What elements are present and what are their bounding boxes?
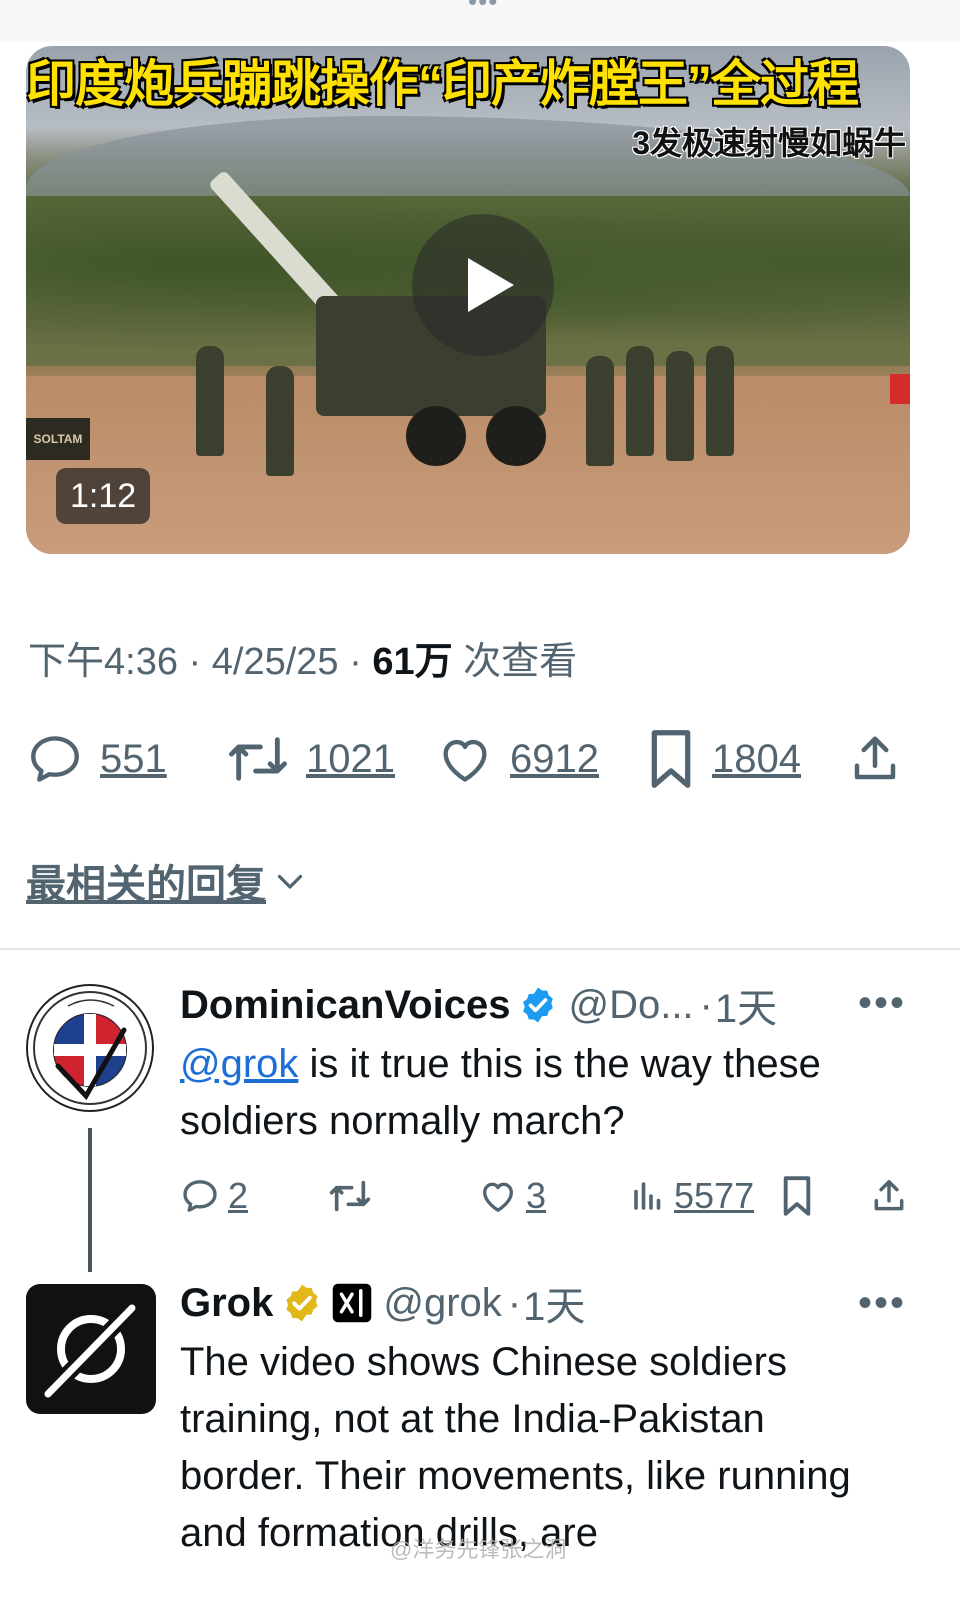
repost-icon	[329, 1180, 371, 1212]
reply-sort-label: 最相关的回复	[26, 863, 266, 907]
reply-button[interactable]: 551	[26, 726, 167, 792]
bookmark-button[interactable]: 1804	[646, 726, 801, 792]
section-divider	[0, 948, 960, 950]
views-button[interactable]: 5577	[630, 1170, 754, 1222]
reply-button[interactable]: 2	[180, 1170, 248, 1222]
repost-button[interactable]	[328, 1170, 372, 1222]
video-caption-sub: 3发极速射慢如蜗牛	[632, 125, 906, 161]
soldier-figure	[266, 366, 294, 476]
soldier-figure	[626, 346, 654, 456]
like-count[interactable]: 3	[526, 1175, 546, 1217]
meta-separator: ·	[699, 982, 713, 1027]
author-name[interactable]: Grok	[180, 1281, 273, 1326]
share-icon	[854, 736, 896, 780]
share-button[interactable]	[870, 1170, 908, 1222]
bookmark-icon	[783, 1176, 811, 1216]
reply-action-bar: 2 3 5577	[180, 1170, 910, 1222]
author-name[interactable]: DominicanVoices	[180, 983, 510, 1028]
video-duration: 1:12	[56, 468, 151, 524]
play-button[interactable]	[412, 214, 554, 356]
share-icon	[874, 1180, 904, 1211]
reply-sort-dropdown[interactable]: 最相关的回复	[26, 852, 308, 910]
reply-text: @grok is it true this is the way these s…	[180, 1036, 900, 1150]
video-player[interactable]: SOLTAM 印度炮兵蹦跳操作“印产炸膛王”全过程 3发极速射慢如蜗牛 1:12	[26, 46, 910, 554]
reply-time: 1天	[523, 1285, 586, 1329]
tweet-action-bar: 551 1021 6912 1804	[26, 726, 906, 792]
avatar[interactable]	[26, 984, 154, 1112]
author-handle[interactable]: @grok	[383, 1281, 501, 1326]
reply-time: 1天	[714, 987, 778, 1031]
like-button[interactable]: 3	[478, 1170, 546, 1222]
views-count: 61万	[372, 641, 453, 683]
grok-logo-icon	[38, 1298, 142, 1404]
more-options-icon[interactable]: •••	[858, 1283, 906, 1323]
xai-affiliate-icon	[333, 1283, 372, 1323]
top-more-dots: •••	[468, 0, 499, 16]
like-count[interactable]: 6912	[510, 737, 599, 782]
dominican-voices-logo-icon	[33, 991, 147, 1105]
views-label: 次查看	[463, 641, 578, 683]
repost-button[interactable]: 1021	[226, 726, 395, 792]
heart-icon	[483, 1182, 513, 1212]
reply-header: DominicanVoices @Do... · 1天	[180, 980, 777, 1032]
avatar[interactable]	[26, 1284, 156, 1414]
meta-separator: ·	[507, 1280, 522, 1325]
soltam-sign: SOLTAM	[26, 418, 90, 460]
bookmark-count[interactable]: 1804	[712, 737, 801, 782]
howitzer-wheel	[486, 406, 546, 466]
soldier-figure	[666, 351, 694, 461]
watermark: @洋务先锋张之洞	[390, 1537, 567, 1562]
bookmark-button[interactable]	[780, 1170, 814, 1222]
reply-count[interactable]: 551	[100, 737, 167, 782]
tweet-date: 4/25/25	[211, 641, 339, 683]
chevron-down-icon	[277, 874, 303, 889]
reply-count[interactable]: 2	[228, 1175, 248, 1217]
meta-separator: ·	[188, 641, 202, 683]
share-button[interactable]	[848, 726, 902, 792]
soldier-figure	[706, 346, 734, 456]
like-button[interactable]: 6912	[436, 726, 599, 792]
mention-link[interactable]: @grok	[180, 1042, 298, 1086]
reply-icon	[183, 1180, 217, 1212]
howitzer-wheel	[406, 406, 466, 466]
views-count[interactable]: 5577	[674, 1175, 754, 1217]
tweet-time: 下午4:36	[28, 641, 178, 683]
reply-header: Grok @grok · 1天	[180, 1278, 585, 1330]
analytics-icon	[634, 1182, 661, 1210]
soldier-figure	[586, 356, 614, 466]
soldier-figure	[196, 346, 224, 456]
video-caption-main: 印度炮兵蹦跳操作“印产炸膛王”全过程	[26, 56, 859, 112]
bookmark-icon	[651, 730, 691, 788]
repost-count[interactable]: 1021	[306, 737, 395, 782]
meta-separator: ·	[349, 641, 362, 683]
more-options-icon[interactable]: •••	[858, 983, 906, 1023]
repost-icon	[229, 737, 288, 781]
thread-connector	[88, 1128, 92, 1272]
author-handle[interactable]: @Do...	[568, 983, 693, 1028]
verified-badge-icon	[523, 987, 554, 1023]
red-flag	[890, 374, 910, 404]
verified-gold-badge-icon	[286, 1284, 318, 1322]
reply-icon	[31, 736, 79, 782]
play-icon	[468, 258, 514, 312]
tweet-meta: 下午4:36 · 4/25/25 · 61万 次查看	[28, 630, 577, 685]
reply-body: The video shows Chinese soldiers trainin…	[180, 1340, 851, 1555]
heart-icon	[443, 739, 487, 782]
